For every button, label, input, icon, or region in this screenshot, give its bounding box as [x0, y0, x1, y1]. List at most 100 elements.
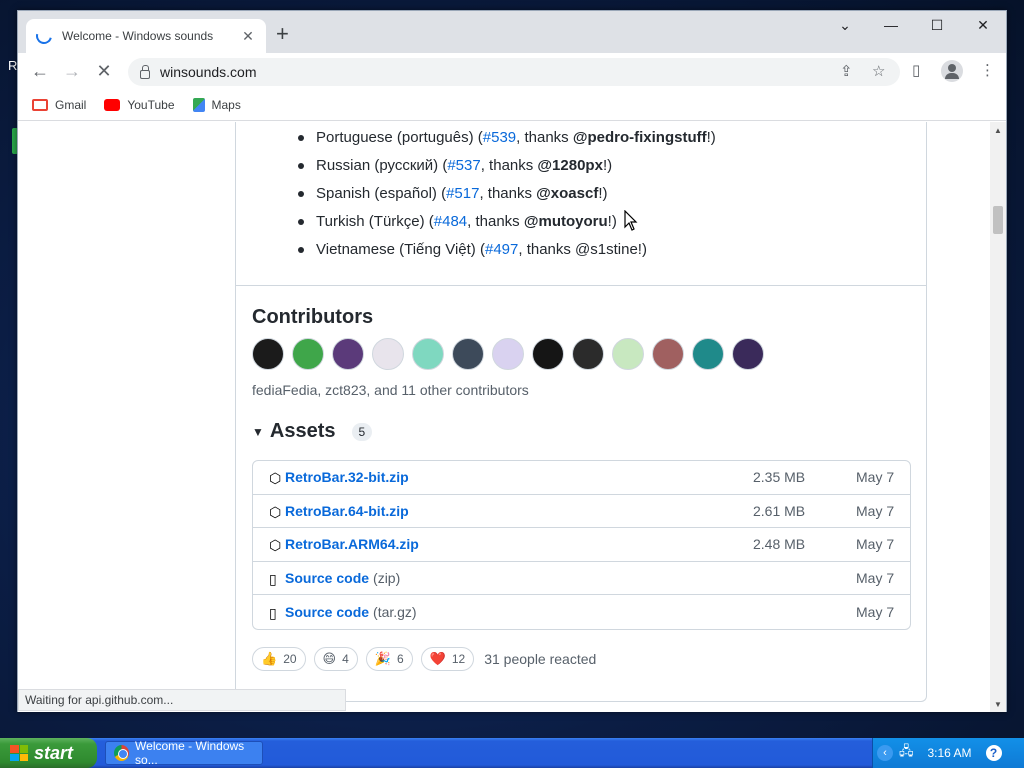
divider [236, 285, 926, 286]
assets-count-badge: 5 [351, 422, 373, 441]
issue-link[interactable]: #539 [483, 129, 516, 146]
user-mention[interactable]: @1280px [537, 157, 603, 174]
close-tab-icon[interactable]: ✕ [240, 28, 256, 45]
bookmark-gmail[interactable]: Gmail [32, 98, 86, 112]
maximize-button[interactable]: ☐ [922, 17, 952, 34]
loading-spinner-icon [33, 25, 55, 47]
reactions-bar: 👍 20 😄 4 🎉 6 ❤️ 12 31 people reacted [252, 647, 596, 671]
desktop-icon-label[interactable]: R [8, 58, 17, 73]
issue-link[interactable]: #484 [434, 213, 467, 230]
close-window-button[interactable]: ✕ [968, 17, 998, 34]
taskbar-item-label: Welcome - Windows so... [135, 739, 245, 767]
tray-expand-icon[interactable]: ‹ [877, 745, 893, 761]
assets-title: Assets [269, 420, 336, 442]
scroll-up-arrow-icon[interactable]: ▲ [994, 126, 1002, 135]
contributor-avatar[interactable] [692, 338, 724, 370]
contributor-avatar[interactable] [492, 338, 524, 370]
profile-icon[interactable] [941, 60, 963, 82]
taskbar: start Welcome - Windows so... ‹ 🖧 3:16 A… [0, 738, 1024, 768]
package-icon: ⬡ [269, 503, 282, 520]
user-mention[interactable]: @pedro-fixingstuff [573, 129, 707, 146]
contributor-avatar[interactable] [652, 338, 684, 370]
start-button[interactable]: start [0, 738, 97, 768]
url-text[interactable]: winsounds.com [160, 64, 257, 80]
side-panel-icon[interactable]: ▯ [912, 61, 920, 79]
package-icon: ⬡ [269, 537, 282, 554]
contributor-avatar[interactable] [612, 338, 644, 370]
maps-icon [192, 97, 205, 112]
asset-link[interactable]: Source code (tar.gz) [285, 604, 417, 620]
reaction-heart[interactable]: ❤️ 12 [420, 647, 475, 671]
vertical-scrollbar[interactable]: ▲ ▼ [990, 122, 1006, 712]
contributor-avatar[interactable] [572, 338, 604, 370]
file-zip-icon: ▯ [269, 605, 277, 622]
scroll-down-arrow-icon[interactable]: ▼ [994, 700, 1002, 709]
lock-icon[interactable] [140, 64, 150, 79]
asset-link[interactable]: RetroBar.ARM64.zip [285, 536, 419, 552]
reactions-summary: 31 people reacted [484, 651, 597, 667]
issue-link[interactable]: #537 [447, 157, 480, 174]
back-button[interactable]: ← [28, 59, 52, 83]
bookmark-maps[interactable]: Maps [192, 97, 241, 112]
package-icon: ⬡ [269, 470, 282, 487]
share-icon[interactable]: ⇪ [840, 62, 853, 80]
tab-search-icon[interactable]: ⌄ [830, 17, 860, 34]
start-label: start [34, 742, 74, 763]
contributor-avatar[interactable] [412, 338, 444, 370]
bookmark-label: Maps [211, 97, 241, 112]
bookmark-star-icon[interactable]: ☆ [872, 62, 885, 80]
bookmark-label: YouTube [127, 97, 175, 112]
taskbar-item-chrome[interactable]: Welcome - Windows so... [105, 739, 263, 767]
assets-list: ⬡ RetroBar.32-bit.zip 2.35 MB May 7 ⬡ Re… [252, 460, 911, 630]
bookmarks-bar: Gmail YouTube Maps [18, 89, 1006, 121]
scroll-thumb[interactable] [993, 206, 1003, 234]
minimize-button[interactable]: — [876, 17, 906, 33]
contributors-title: Contributors [252, 306, 374, 328]
stop-button[interactable]: ✕ [92, 59, 116, 83]
contributor-avatar[interactable] [332, 338, 364, 370]
reaction-thumbs-up[interactable]: 👍 20 [252, 647, 306, 671]
asset-link[interactable]: RetroBar.32-bit.zip [285, 469, 409, 485]
list-item: Russian (русский) (#537, thanks @1280px!… [298, 156, 716, 184]
clock[interactable]: 3:16 AM [928, 746, 972, 760]
network-icon[interactable]: 🖧 [899, 742, 914, 764]
smile-icon: 😄 [322, 651, 337, 666]
help-icon[interactable]: ? [985, 745, 1002, 761]
user-mention[interactable]: @mutoyoru [524, 213, 608, 230]
issue-link[interactable]: #517 [446, 185, 479, 202]
asset-date: May 7 [856, 536, 895, 553]
menu-icon[interactable]: ⋮ [980, 61, 995, 79]
asset-link[interactable]: RetroBar.64-bit.zip [285, 503, 409, 519]
asset-date: May 7 [856, 570, 895, 587]
browser-window: Welcome - Windows sounds ✕ + ⌄ — ☐ ✕ ← →… [17, 10, 1007, 712]
list-item: Portuguese (português) (#539, thanks @pe… [298, 128, 716, 156]
caret-down-icon: ▼ [252, 424, 264, 439]
contributor-avatar[interactable] [292, 338, 324, 370]
file-zip-icon: ▯ [269, 571, 277, 588]
forward-button[interactable]: → [60, 59, 84, 83]
bookmark-youtube[interactable]: YouTube [104, 97, 175, 112]
reaction-tada[interactable]: 🎉 6 [365, 647, 413, 671]
new-tab-button[interactable]: + [276, 23, 289, 45]
tab-strip: Welcome - Windows sounds ✕ + ⌄ — ☐ ✕ [18, 11, 1006, 53]
asset-row: ▯ Source code (tar.gz) May 7 [253, 595, 910, 629]
contributor-avatar[interactable] [372, 338, 404, 370]
reaction-smile[interactable]: 😄 4 [313, 647, 358, 671]
list-item: Turkish (Türkçe) (#484, thanks @mutoyoru… [298, 212, 716, 240]
assets-toggle[interactable]: ▼ Assets 5 [252, 420, 373, 443]
contributor-avatar[interactable] [732, 338, 764, 370]
issue-link[interactable]: #497 [485, 241, 518, 258]
contributor-avatar[interactable] [452, 338, 484, 370]
tab-active[interactable]: Welcome - Windows sounds ✕ [26, 19, 266, 53]
contributor-avatar[interactable] [532, 338, 564, 370]
user-mention[interactable]: @xoascf [536, 185, 598, 202]
contributor-avatar[interactable] [252, 338, 284, 370]
asset-link[interactable]: Source code (zip) [285, 570, 400, 586]
youtube-icon [104, 98, 121, 111]
asset-row: ⬡ RetroBar.ARM64.zip 2.48 MB May 7 [253, 528, 910, 562]
thumbs-up-icon: 👍 [261, 651, 278, 666]
mouse-cursor-icon [624, 210, 638, 231]
asset-size: 2.48 MB [753, 536, 806, 553]
asset-row: ▯ Source code (zip) May 7 [253, 562, 910, 596]
address-bar[interactable]: winsounds.com ⇪ ☆ [128, 58, 900, 86]
